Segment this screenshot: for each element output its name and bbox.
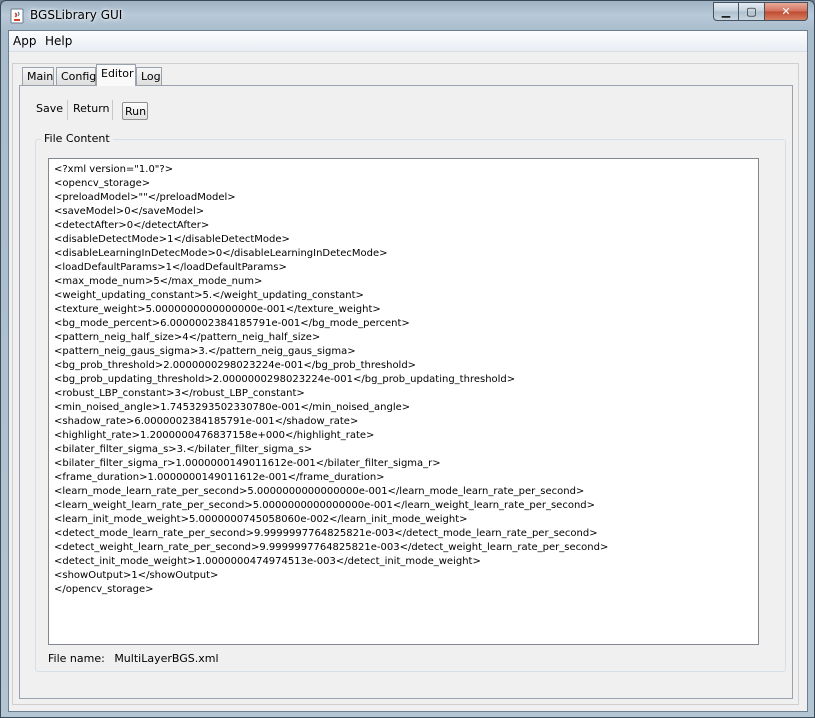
java-app-icon	[10, 8, 24, 24]
toolbar-separator	[67, 100, 68, 120]
editor-line: <learn_init_mode_weight>5.00000007450580…	[54, 514, 468, 525]
file-content-editor[interactable]: <?xml version="1.0"?> <opencv_storage> <pr…	[48, 158, 759, 645]
file-name-value: MultiLayerBGS.xml	[114, 652, 219, 665]
save-button[interactable]: Save	[36, 102, 63, 115]
editor-line: <highlight_rate>1.2000000476837158e+000<…	[54, 430, 375, 441]
file-name-row: File name: MultiLayerBGS.xml	[48, 652, 219, 665]
editor-line: <bg_prob_updating_threshold>2.0000000298…	[54, 374, 516, 385]
editor-line: <disableDetectMode>1</disableDetectMode>	[54, 234, 290, 245]
editor-line: </opencv_storage>	[54, 584, 154, 595]
window-title: BGSLibrary GUI	[30, 8, 123, 22]
file-content-legend: File Content	[41, 132, 113, 145]
app-window: BGSLibrary GUI ▁ ▢ ✕ App Help Main Confi…	[0, 0, 815, 718]
editor-line: <detect_weight_learn_rate_per_second>9.9…	[54, 542, 609, 553]
editor-line: <learn_mode_learn_rate_per_second>5.0000…	[54, 486, 585, 497]
toolbar-separator	[112, 100, 113, 120]
return-button[interactable]: Return	[73, 102, 110, 115]
editor-line: <pattern_neig_gaus_sigma>3.</pattern_nei…	[54, 346, 356, 357]
window-controls: ▁ ▢ ✕	[713, 2, 808, 21]
editor-line: <detect_init_mode_weight>1.0000000474974…	[54, 556, 481, 567]
editor-line: <shadow_rate>6.0000002384185791e-001</sh…	[54, 416, 359, 427]
editor-line: <bilater_filter_sigma_r>1.00000001490116…	[54, 458, 441, 469]
editor-line: <min_noised_angle>1.7453293502330780e-00…	[54, 402, 411, 413]
editor-line: <disableLearningInDetecMode>0</disableLe…	[54, 248, 388, 259]
editor-line: <preloadModel>""</preloadModel>	[54, 192, 236, 203]
tab-editor[interactable]: Editor	[96, 64, 136, 86]
editor-line: <bilater_filter_sigma_s>3.</bilater_filt…	[54, 444, 313, 455]
editor-line: <robust_LBP_constant>3</robust_LBP_const…	[54, 388, 305, 399]
editor-line: <texture_weight>5.0000000000000000e-001<…	[54, 304, 381, 315]
content-root: Main Config Editor Log Save Return Run F…	[8, 30, 808, 712]
minimize-button[interactable]: ▁	[713, 2, 739, 21]
run-button[interactable]: Run	[122, 102, 148, 120]
editor-line: <?xml version="1.0"?>	[54, 164, 174, 175]
editor-line: <opencv_storage>	[54, 178, 151, 189]
editor-line: <detectAfter>0</detectAfter>	[54, 220, 210, 231]
close-button[interactable]: ✕	[765, 2, 808, 21]
tab-log[interactable]: Log	[136, 67, 162, 85]
file-name-label: File name:	[48, 652, 105, 665]
editor-line: <frame_duration>1.0000000149011612e-001<…	[54, 472, 385, 483]
tab-main[interactable]: Main	[22, 67, 54, 85]
editor-line: <learn_weight_learn_rate_per_second>5.00…	[54, 500, 596, 511]
editor-line: <detect_mode_learn_rate_per_second>9.999…	[54, 528, 598, 539]
editor-line: <saveModel>0</saveModel>	[54, 206, 205, 217]
tab-config[interactable]: Config	[56, 67, 96, 85]
editor-line: <loadDefaultParams>1</loadDefaultParams>	[54, 262, 287, 273]
editor-line: <bg_mode_percent>6.0000002384185791e-001…	[54, 318, 410, 329]
run-button-label: Run	[125, 105, 147, 118]
maximize-button[interactable]: ▢	[739, 2, 765, 21]
editor-line: <pattern_neig_half_size>4</pattern_neig_…	[54, 332, 321, 343]
editor-line: <bg_prob_threshold>2.0000000298023224e-0…	[54, 360, 417, 371]
file-content-text: <?xml version="1.0"?> <opencv_storage> <pr…	[54, 163, 608, 597]
editor-line: <weight_updating_constant>5.</weight_upd…	[54, 290, 364, 301]
editor-line: <showOutput>1</showOutput>	[54, 570, 219, 581]
editor-line: <max_mode_num>5</max_mode_num>	[54, 276, 263, 287]
title-bar[interactable]: BGSLibrary GUI ▁ ▢ ✕	[1, 1, 814, 31]
